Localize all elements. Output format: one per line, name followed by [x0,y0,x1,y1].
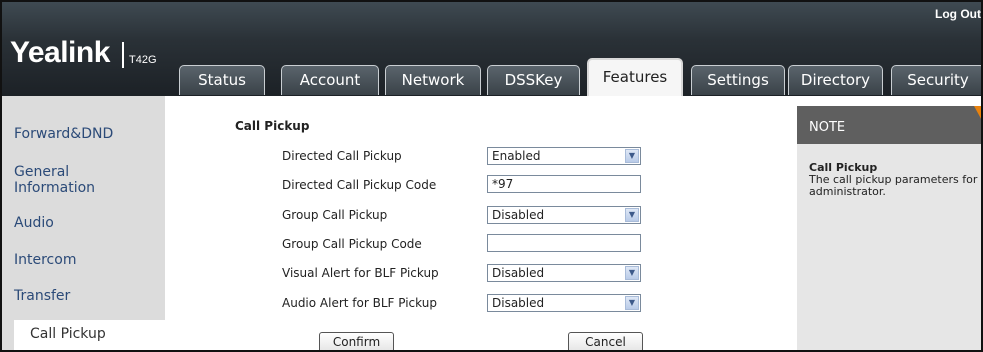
confirm-button[interactable]: Confirm [319,332,394,350]
select-value: Enabled [492,149,541,163]
yealink-logo: Yealink [10,36,110,69]
field-label-directed-call-pickup-code: Directed Call Pickup Code [282,178,437,192]
content-area [165,96,794,350]
field-label-directed-call-pickup: Directed Call Pickup [282,149,402,163]
tab-settings[interactable]: Settings [691,65,785,95]
logout-link[interactable]: Log Out [935,7,981,21]
sidebar-item-forward-dnd[interactable]: Forward&DND [14,126,113,142]
field-label-group-call-pickup-code: Group Call Pickup Code [282,237,422,251]
model-label: T42G [129,54,157,66]
field-label-visual-alert-blf-pickup: Visual Alert for BLF Pickup [282,266,439,280]
sidebar-item-audio[interactable]: Audio [14,215,54,231]
browser-frame: Yealink T42G Log Out Status Account Netw… [0,0,983,352]
tab-security[interactable]: Security [891,65,981,95]
tab-dsskey[interactable]: DSSKey [487,65,580,95]
note-text: The call pickup parameters for administr… [809,173,978,198]
sidebar-item-general-information[interactable]: General Information [14,164,95,196]
logo-divider [122,42,124,68]
select-value: Disabled [492,296,545,310]
chevron-down-icon[interactable]: ▼ [625,266,639,280]
sidebar-item-intercom[interactable]: Intercom [14,252,76,268]
audio-alert-blf-pickup-select[interactable]: Disabled ▼ [487,294,641,312]
group-call-pickup-select[interactable]: Disabled ▼ [487,206,641,224]
sidebar-item-call-pickup[interactable]: Call Pickup [14,320,167,350]
select-value: Disabled [492,208,545,222]
directed-call-pickup-select[interactable]: Enabled ▼ [487,147,641,165]
sidebar-item-transfer[interactable]: Transfer [14,288,70,304]
group-call-pickup-code-input[interactable] [487,234,641,252]
tab-directory[interactable]: Directory [788,65,883,95]
visual-alert-blf-pickup-select[interactable]: Disabled ▼ [487,264,641,282]
section-title: Call Pickup [235,119,310,133]
header-bar: Yealink T42G Log Out Status Account Netw… [2,2,981,98]
select-value: Disabled [492,266,545,280]
field-label-audio-alert-blf-pickup: Audio Alert for BLF Pickup [282,296,437,310]
tab-status[interactable]: Status [179,65,265,95]
tab-network[interactable]: Network [385,65,481,95]
tab-features[interactable]: Features [587,58,683,98]
field-label-group-call-pickup: Group Call Pickup [282,208,388,222]
directed-call-pickup-code-input[interactable]: *97 [487,175,641,193]
chevron-down-icon[interactable]: ▼ [625,149,639,163]
chevron-down-icon[interactable]: ▼ [625,296,639,310]
tab-account[interactable]: Account [281,65,379,95]
note-title: NOTE [809,120,846,135]
cancel-button[interactable]: Cancel [568,332,643,350]
chevron-down-icon[interactable]: ▼ [625,208,639,222]
